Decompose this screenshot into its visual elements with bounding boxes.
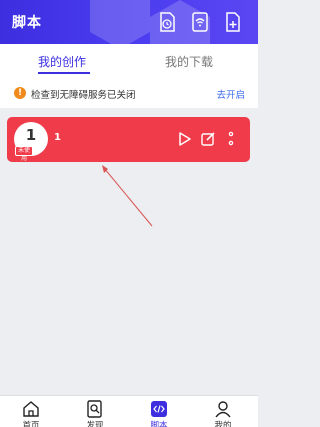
status-badge: 未使用 [15, 146, 33, 162]
more-icon[interactable] [223, 131, 239, 147]
bottom-nav: 首页 发现 脚本 我的 [0, 395, 258, 427]
play-icon[interactable] [177, 131, 193, 147]
tab-bar: 我的创作 我的下载 [0, 44, 258, 80]
script-card[interactable]: 1 未使用 1 [7, 117, 250, 162]
avatar-number: 1 [25, 126, 37, 144]
script-name: 1 [54, 132, 61, 143]
profile-icon [215, 401, 231, 418]
code-icon [151, 401, 167, 417]
accessibility-notice: ! 检查到无障碍服务已关闭 去开启 [0, 80, 258, 108]
nav-item-discover[interactable]: 发现 [70, 396, 120, 427]
nav-label-script: 脚本 [150, 421, 168, 427]
tab-my-downloads[interactable]: 我的下载 [165, 53, 213, 70]
nav-item-script[interactable]: 脚本 [134, 396, 184, 427]
nav-label-home: 首页 [22, 421, 40, 427]
nav-label-profile: 我的 [214, 421, 232, 427]
add-document-icon[interactable] [223, 11, 243, 33]
home-icon [23, 401, 39, 417]
app-header: 脚本 [0, 0, 258, 44]
warning-icon: ! [14, 87, 26, 99]
tab-active-indicator [38, 72, 90, 74]
enable-accessibility-link[interactable]: 去开启 [216, 87, 245, 101]
edit-icon[interactable] [200, 131, 216, 147]
nav-item-home[interactable]: 首页 [6, 396, 56, 427]
notice-text: 检查到无障碍服务已关闭 [31, 90, 136, 101]
nav-label-discover: 发现 [86, 421, 104, 427]
document-clock-icon[interactable] [157, 11, 177, 33]
page-title: 脚本 [12, 15, 42, 31]
tab-my-creations[interactable]: 我的创作 [38, 53, 86, 70]
nav-item-profile[interactable]: 我的 [198, 396, 248, 427]
wifi-document-icon[interactable] [190, 11, 210, 33]
discover-icon [87, 400, 102, 418]
